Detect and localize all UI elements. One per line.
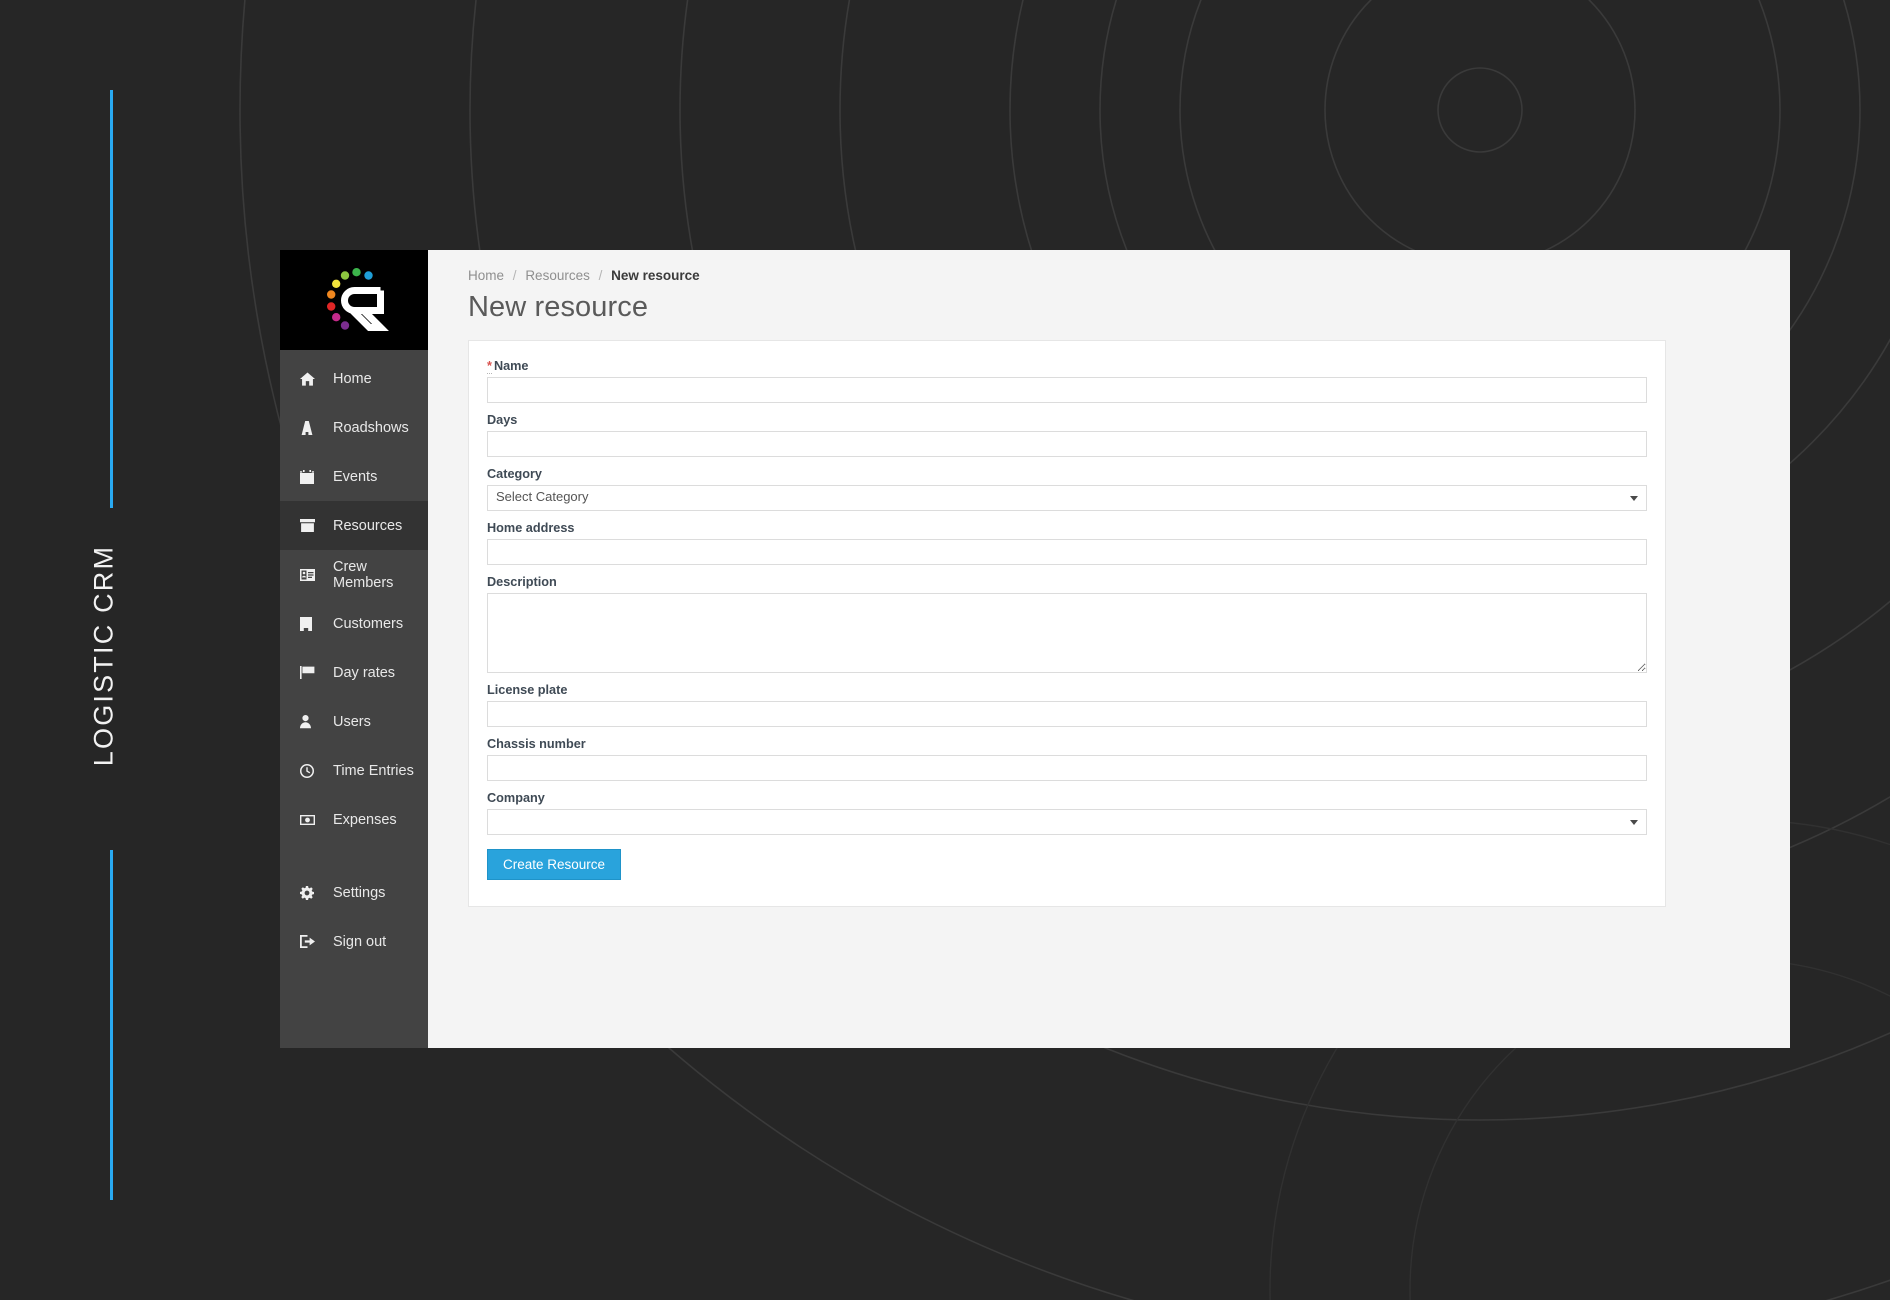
brand-rail-label: LOGISTIC CRM xyxy=(88,544,119,767)
logo-r-icon xyxy=(327,268,389,331)
field-group-chassis-number: Chassis number xyxy=(487,737,1647,781)
sidebar-item-roadshows[interactable]: Roadshows xyxy=(280,403,428,452)
sidebar-item-label: Crew Members xyxy=(333,558,394,591)
sidebar-item-label: Roadshows xyxy=(333,419,409,436)
main-content: Home / Resources / New resource New reso… xyxy=(428,250,1790,1048)
gear-icon xyxy=(300,885,320,900)
category-select[interactable]: Select Category xyxy=(487,485,1647,511)
sidebar-item-label: Customers xyxy=(333,615,404,632)
brand-rail: LOGISTIC CRM xyxy=(0,0,280,1300)
company-label: Company xyxy=(487,791,545,805)
breadcrumb-separator: / xyxy=(512,268,517,283)
sidebar-item-users[interactable]: Users xyxy=(280,697,428,746)
clock-icon xyxy=(300,763,320,778)
home-address-input[interactable] xyxy=(487,539,1647,565)
sidebar-item-time-entries[interactable]: Time Entries xyxy=(280,746,428,795)
field-group-company: Company xyxy=(487,791,1647,835)
license-plate-input[interactable] xyxy=(487,701,1647,727)
name-label-text: Name xyxy=(493,359,529,373)
app-window: Home Roadshows Events Resources Crew Mem… xyxy=(280,250,1790,1048)
description-label: Description xyxy=(487,575,557,589)
chassis-number-label: Chassis number xyxy=(487,737,586,751)
sidebar-item-label: Events xyxy=(333,468,378,485)
page-title: New resource xyxy=(468,291,649,323)
company-select[interactable] xyxy=(487,809,1647,835)
category-select-wrap: Select Category xyxy=(487,485,1647,511)
home-address-label: Home address xyxy=(487,521,575,535)
new-resource-form-card: * Name Days Category Select Category Home… xyxy=(468,340,1666,907)
building-icon xyxy=(300,616,320,631)
breadcrumb-resources[interactable]: Resources xyxy=(525,268,590,283)
required-marker: * xyxy=(487,359,492,374)
id-card-icon xyxy=(300,568,320,581)
sidebar-item-resources[interactable]: Resources xyxy=(280,501,428,550)
sidebar-item-label: Day rates xyxy=(333,664,396,681)
sidebar-item-expenses[interactable]: Expenses xyxy=(280,795,428,844)
breadcrumb-current: New resource xyxy=(611,268,700,283)
sidebar-item-label: Resources xyxy=(333,517,403,534)
license-plate-label: License plate xyxy=(487,683,568,697)
app-logo[interactable] xyxy=(280,250,428,350)
sidebar-item-day-rates[interactable]: Day rates xyxy=(280,648,428,697)
sidebar-item-label: Users xyxy=(333,713,371,730)
accent-line-bottom xyxy=(110,850,113,1200)
description-textarea[interactable] xyxy=(487,593,1647,673)
sign-out-icon xyxy=(300,935,320,948)
days-label: Days xyxy=(487,413,518,427)
money-icon xyxy=(300,814,320,825)
field-group-days: Days xyxy=(487,413,1647,457)
field-group-license-plate: License plate xyxy=(487,683,1647,727)
sidebar-divider-gap xyxy=(280,844,428,868)
sidebar-item-sign-out[interactable]: Sign out xyxy=(280,917,428,966)
name-label: * Name xyxy=(487,359,1647,374)
archive-icon xyxy=(300,519,320,532)
field-group-home-address: Home address xyxy=(487,521,1647,565)
sidebar-item-home[interactable]: Home xyxy=(280,354,428,403)
create-resource-button[interactable]: Create Resource xyxy=(487,849,622,880)
flag-icon xyxy=(300,666,320,679)
calendar-icon xyxy=(300,469,320,484)
field-group-name: * Name xyxy=(487,359,1647,403)
sidebar-item-customers[interactable]: Customers xyxy=(280,599,428,648)
field-group-description: Description xyxy=(487,575,1647,673)
user-icon xyxy=(300,714,320,729)
sidebar: Home Roadshows Events Resources Crew Mem… xyxy=(280,250,428,1048)
name-input[interactable] xyxy=(487,377,1647,403)
sidebar-item-label: Home xyxy=(333,370,372,387)
sidebar-item-crew-members[interactable]: Crew Members xyxy=(280,550,428,599)
road-icon xyxy=(300,420,320,435)
sidebar-nav: Home Roadshows Events Resources Crew Mem… xyxy=(280,350,428,966)
sidebar-item-label: Settings xyxy=(333,884,386,901)
chassis-number-input[interactable] xyxy=(487,755,1647,781)
accent-line-top xyxy=(110,90,113,508)
breadcrumb-home[interactable]: Home xyxy=(468,268,504,283)
home-icon xyxy=(300,371,320,386)
sidebar-item-label: Time Entries xyxy=(333,762,414,779)
breadcrumb: Home / Resources / New resource xyxy=(468,268,1762,283)
sidebar-item-events[interactable]: Events xyxy=(280,452,428,501)
sidebar-item-settings[interactable]: Settings xyxy=(280,868,428,917)
sidebar-item-label: Sign out xyxy=(333,933,387,950)
field-group-category: Category Select Category xyxy=(487,467,1647,511)
category-label: Category xyxy=(487,467,542,481)
breadcrumb-separator: / xyxy=(598,268,603,283)
company-select-wrap xyxy=(487,809,1647,835)
form-actions: Create Resource xyxy=(487,849,1647,880)
days-input[interactable] xyxy=(487,431,1647,457)
sidebar-item-label: Expenses xyxy=(333,811,397,828)
